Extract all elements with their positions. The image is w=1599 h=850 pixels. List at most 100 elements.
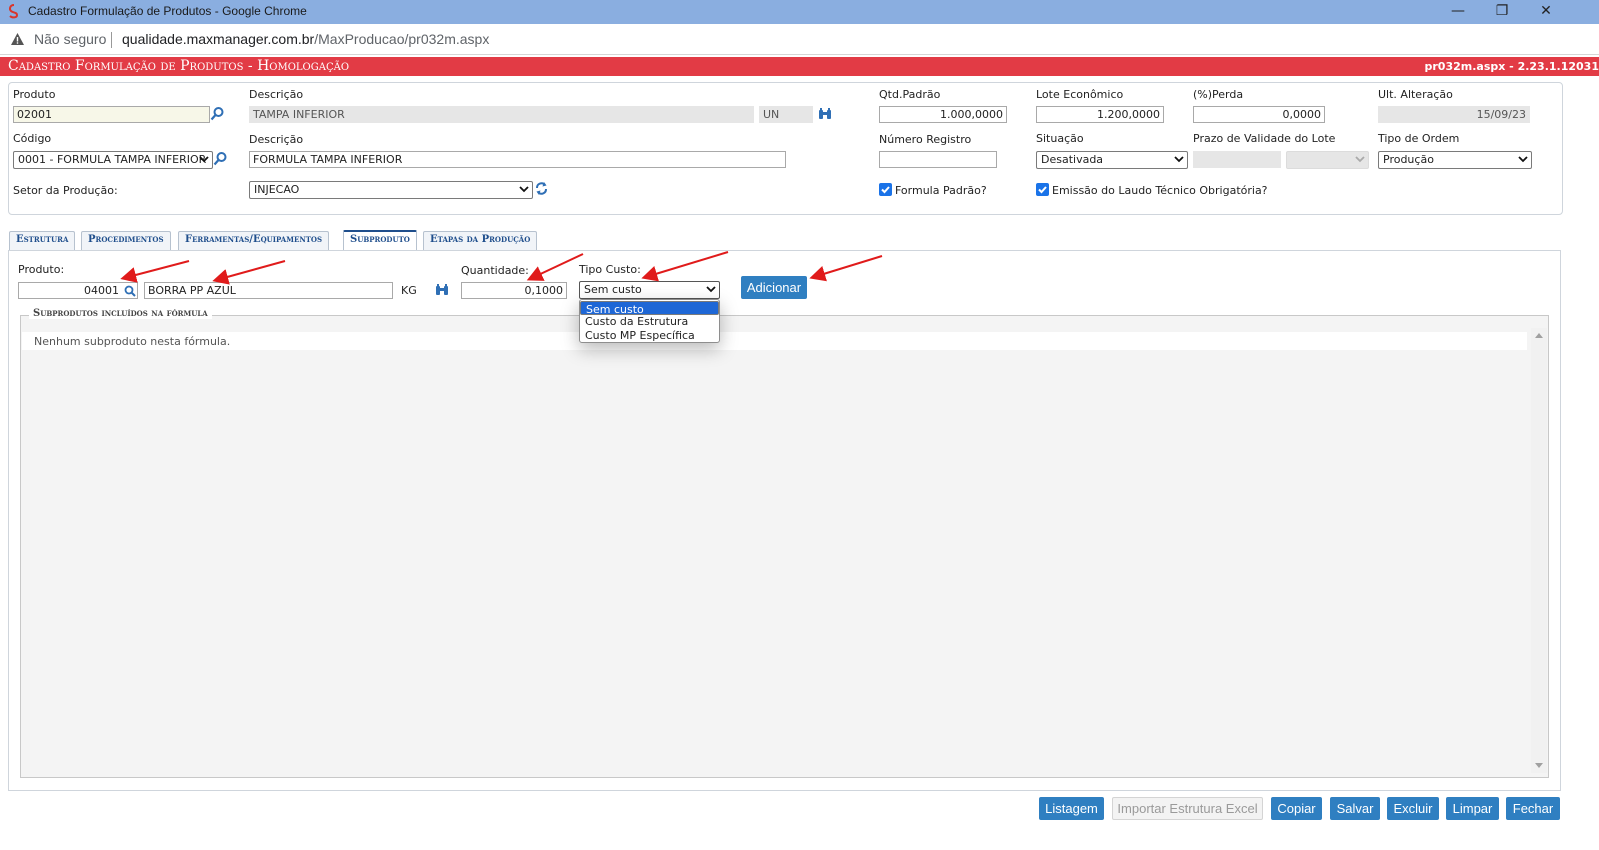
- vertical-scrollbar[interactable]: [1531, 328, 1547, 773]
- tipo-ordem-label: Tipo de Ordem: [1378, 132, 1460, 145]
- warning-icon: [11, 33, 24, 45]
- chevron-down-icon: [199, 156, 209, 163]
- descricao-label: Descrição: [249, 88, 304, 101]
- formula-padrao-label: Formula Padrão?: [895, 184, 987, 197]
- tipo-ordem-select-value: Produção: [1383, 153, 1434, 166]
- prazo-validade-label: Prazo de Validade do Lote: [1193, 132, 1336, 145]
- lote-economico-label: Lote Econômico: [1036, 88, 1124, 101]
- salvar-button[interactable]: Salvar: [1330, 797, 1380, 820]
- chevron-down-icon: [1355, 156, 1365, 163]
- search-icon[interactable]: [213, 151, 228, 166]
- minimize-button[interactable]: —: [1438, 0, 1478, 24]
- qtd-padrao-input[interactable]: 1.000,0000: [879, 106, 1007, 123]
- subprodutos-fieldset: Subprodutos incluídos na fórmula Nenhum …: [20, 308, 1549, 778]
- unidade-input: UN: [759, 106, 813, 123]
- descricao-formula-label: Descrição: [249, 133, 304, 146]
- sub-produto-code-input[interactable]: 04001: [18, 282, 138, 299]
- prazo-validade-unit-select: [1286, 151, 1369, 169]
- situacao-select-value: Desativada: [1041, 153, 1104, 166]
- emissao-laudo-checkbox[interactable]: [1036, 183, 1049, 196]
- page-title: Cadastro Formulação de Produtos - Homolo…: [8, 58, 350, 74]
- tab-etapas-producao[interactable]: Etapas da Produção: [423, 231, 538, 250]
- binoculars-icon[interactable]: [435, 284, 449, 296]
- url-domain: qualidade.maxmanager.com.br: [122, 31, 315, 47]
- perda-input[interactable]: 0,0000: [1193, 106, 1325, 123]
- lote-economico-input[interactable]: 1.200,0000: [1036, 106, 1164, 123]
- formula-padrao-checkbox[interactable]: [879, 183, 892, 196]
- tab-ferramentas[interactable]: Ferramentas/Equipamentos: [178, 231, 330, 250]
- empty-message: Nenhum subproduto nesta fórmula.: [34, 335, 231, 348]
- chrome-logo-icon: [9, 4, 19, 19]
- ult-alteracao-label: Ult. Alteração: [1378, 88, 1453, 101]
- app-header: Cadastro Formulação de Produtos - Homolo…: [0, 57, 1599, 76]
- setor-producao-select[interactable]: INJECAO: [249, 181, 533, 199]
- tipo-custo-select[interactable]: Sem custo: [579, 281, 720, 299]
- address-separator: [111, 32, 112, 48]
- tipo-custo-select-value: Sem custo: [584, 283, 642, 296]
- codigo-label: Código: [13, 132, 52, 145]
- tipo-custo-dropdown[interactable]: Sem custo Custo da Estrutura Custo MP Es…: [579, 299, 720, 343]
- tipo-ordem-select[interactable]: Produção: [1378, 151, 1532, 169]
- situacao-select[interactable]: Desativada: [1036, 151, 1188, 169]
- close-window-button[interactable]: ✕: [1526, 0, 1566, 24]
- emissao-laudo-label: Emissão do Laudo Técnico Obrigatória?: [1052, 184, 1268, 197]
- codigo-select[interactable]: 0001 - FORMULA TAMPA INFERIOR: [13, 151, 213, 169]
- produto-input[interactable]: 02001: [13, 106, 210, 123]
- setor-producao-select-value: INJECAO: [254, 183, 300, 196]
- browser-titlebar: Cadastro Formulação de Produtos - Google…: [0, 0, 1599, 24]
- refresh-icon[interactable]: [535, 181, 548, 196]
- chevron-down-icon: [1174, 156, 1184, 163]
- copiar-button[interactable]: Copiar: [1271, 797, 1322, 820]
- search-icon[interactable]: [210, 106, 225, 121]
- limpar-button[interactable]: Limpar: [1446, 797, 1499, 820]
- window-title: Cadastro Formulação de Produtos - Google…: [28, 4, 307, 18]
- version-label: pr032m.aspx - 2.23.1.12031: [1424, 60, 1599, 73]
- codigo-select-value: 0001 - FORMULA TAMPA INFERIOR: [18, 153, 207, 166]
- quantidade-label: Quantidade:: [461, 264, 529, 277]
- sub-produto-label: Produto:: [18, 263, 65, 276]
- address-bar[interactable]: Não seguro qualidade.maxmanager.com.br/M…: [0, 24, 1599, 55]
- descricao-formula-input[interactable]: FORMULA TAMPA INFERIOR: [249, 151, 786, 168]
- numero-registro-label: Número Registro: [879, 133, 972, 146]
- restore-button[interactable]: ❐: [1482, 0, 1522, 24]
- tipo-custo-option-custo-mp[interactable]: Custo MP Específica: [580, 329, 719, 343]
- tipo-custo-label: Tipo Custo:: [579, 263, 641, 276]
- scroll-down-icon[interactable]: [1535, 763, 1543, 769]
- numero-registro-input[interactable]: [879, 151, 997, 168]
- binoculars-icon[interactable]: [818, 108, 832, 120]
- checkmark-icon: [1038, 186, 1047, 194]
- subprodutos-fieldset-title: Subprodutos incluídos na fórmula: [29, 308, 212, 319]
- perda-label: (%)Perda: [1193, 88, 1244, 101]
- tipo-custo-option-custo-estrutura[interactable]: Custo da Estrutura: [580, 315, 719, 329]
- sub-produto-unit: KG: [397, 282, 431, 299]
- quantidade-input[interactable]: 0,1000: [461, 282, 567, 299]
- scroll-up-icon[interactable]: [1535, 332, 1543, 338]
- sub-produto-desc-input[interactable]: BORRA PP AZUL: [144, 282, 393, 299]
- not-secure-label[interactable]: Não seguro: [34, 31, 106, 47]
- chevron-down-icon: [519, 186, 529, 193]
- chevron-down-icon: [706, 286, 716, 293]
- importar-excel-button: Importar Estrutura Excel: [1112, 797, 1263, 820]
- descricao-input: TAMPA INFERIOR: [249, 106, 754, 123]
- product-form-panel: [8, 82, 1563, 215]
- url-text[interactable]: qualidade.maxmanager.com.br/MaxProducao/…: [122, 31, 489, 47]
- tipo-custo-option-sem-custo[interactable]: Sem custo: [580, 301, 719, 315]
- tab-estrutura[interactable]: Estrutura: [9, 231, 76, 250]
- prazo-validade-input: [1193, 151, 1281, 168]
- chevron-down-icon: [1518, 156, 1528, 163]
- checkmark-icon: [881, 186, 890, 194]
- tab-subproduto[interactable]: Subproduto: [343, 230, 417, 250]
- adicionar-button[interactable]: Adicionar: [741, 276, 807, 299]
- produto-label: Produto: [13, 88, 56, 101]
- url-path: /MaxProducao/pr032m.aspx: [314, 31, 490, 47]
- excluir-button[interactable]: Excluir: [1387, 797, 1439, 820]
- tab-procedimentos[interactable]: Procedimentos: [81, 231, 171, 250]
- search-icon[interactable]: [124, 285, 136, 297]
- ult-alteracao-input: 15/09/23: [1378, 106, 1530, 123]
- qtd-padrao-label: Qtd.Padrão: [879, 88, 941, 101]
- empty-row: [22, 332, 1527, 350]
- fechar-button[interactable]: Fechar: [1506, 797, 1560, 820]
- setor-producao-label: Setor da Produção:: [13, 184, 118, 197]
- listagem-button[interactable]: Listagem: [1039, 797, 1104, 820]
- situacao-label: Situação: [1036, 132, 1084, 145]
